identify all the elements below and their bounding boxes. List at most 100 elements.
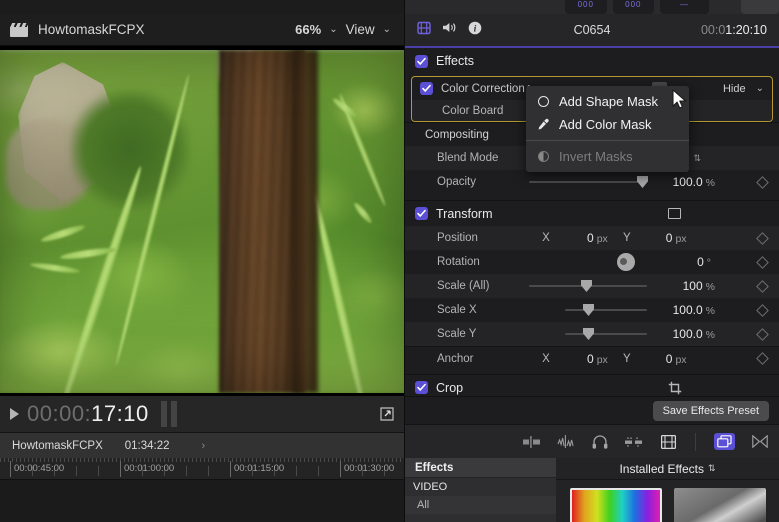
- chevron-down-icon[interactable]: ⌄: [756, 83, 764, 94]
- scale-all-slider[interactable]: [529, 280, 647, 292]
- anchor-y-axis: Y: [622, 352, 631, 365]
- chevron-down-icon[interactable]: ⌄: [379, 24, 395, 35]
- crop-onscreen-icon[interactable]: [668, 381, 682, 395]
- clip-appearance-icon[interactable]: [523, 434, 541, 450]
- keyframe-diamond-icon[interactable]: [756, 255, 769, 269]
- playhead-timecode-prefix: 00:00:: [27, 401, 92, 426]
- color-correction-checkbox[interactable]: [420, 82, 433, 95]
- keyframe-diamond-icon[interactable]: [756, 279, 769, 293]
- opacity-slider[interactable]: [529, 176, 648, 188]
- menu-divider: [526, 140, 689, 141]
- scale-all-value[interactable]: 100: [683, 279, 703, 293]
- timeline-area[interactable]: 00:00:45:00 00:01:00:00 00:01:15:00 00:0…: [0, 458, 405, 522]
- crop-section-header[interactable]: Crop: [405, 374, 779, 396]
- transitions-browser-icon[interactable]: [751, 434, 769, 450]
- opacity-row[interactable]: Opacity 100.0 %: [405, 170, 779, 194]
- eyedropper-icon: [536, 118, 551, 131]
- play-icon[interactable]: [10, 408, 19, 420]
- playhead-timecode[interactable]: 17:10: [91, 401, 149, 427]
- rotation-unit: °: [706, 257, 711, 269]
- scrubber-handle[interactable]: [160, 401, 177, 427]
- blend-mode-label: Blend Mode: [437, 152, 499, 164]
- keyframe-diamond-icon[interactable]: [756, 352, 769, 365]
- save-effects-preset-button[interactable]: Save Effects Preset: [652, 400, 769, 421]
- audio-meters-icon[interactable]: [625, 434, 643, 450]
- mask-context-menu[interactable]: Add Shape Mask Add Color Mask Invert Mas…: [526, 86, 689, 172]
- up-down-chevron-icon[interactable]: ⇅: [708, 463, 716, 474]
- anchor-row[interactable]: Anchor X 0 px Y 0 px: [405, 346, 779, 370]
- position-row[interactable]: Position X 0 px Y 0 px: [405, 226, 779, 250]
- audio-meter-button[interactable]: —: [660, 0, 710, 14]
- keyframe-diamond-icon[interactable]: [756, 231, 769, 245]
- project-name-label[interactable]: HowtomaskFCPX: [12, 440, 103, 452]
- scale-x-slider[interactable]: [565, 304, 647, 316]
- effects-checkbox[interactable]: [415, 54, 428, 68]
- installed-effects-header[interactable]: Installed Effects ⇅: [556, 458, 779, 480]
- scale-y-row[interactable]: Scale Y 100.0 %: [405, 322, 779, 346]
- timeline-index-icon[interactable]: [659, 434, 677, 450]
- up-down-chevron-icon[interactable]: ⇅: [693, 153, 701, 164]
- effects-browser-sidebar[interactable]: Effects VIDEO All: [405, 458, 556, 522]
- scale-y-slider[interactable]: [565, 328, 647, 340]
- viewer-display-button[interactable]: [741, 0, 779, 14]
- effects-browser-sidebar-title: Effects: [405, 458, 556, 478]
- audio-waveform-icon[interactable]: [557, 434, 575, 450]
- scale-x-row[interactable]: Scale X 100.0 %: [405, 298, 779, 322]
- anchor-y-value[interactable]: 0: [666, 352, 673, 366]
- view-menu-label[interactable]: View: [346, 22, 375, 37]
- scale-x-value[interactable]: 100.0: [673, 303, 703, 317]
- position-x-value[interactable]: 0: [587, 231, 594, 245]
- rotation-row[interactable]: Rotation 0 °: [405, 250, 779, 274]
- add-color-mask-label: Add Color Mask: [559, 117, 652, 132]
- effect-thumb-grayscale[interactable]: [674, 488, 766, 522]
- scale-y-value[interactable]: 100.0: [673, 327, 703, 341]
- chevron-down-icon[interactable]: ⌄: [325, 24, 341, 35]
- chevron-right-icon[interactable]: ›: [202, 440, 206, 452]
- inspector-timecode-prefix: 00:0: [700, 23, 726, 37]
- viewer-canvas[interactable]: [0, 46, 405, 396]
- scale-all-row[interactable]: Scale (All) 100 %: [405, 274, 779, 298]
- clapperboard-icon: [10, 22, 28, 37]
- add-color-mask-menu-item[interactable]: Add Color Mask: [526, 113, 689, 136]
- ruler-tick-dots: [0, 458, 405, 462]
- rotation-label: Rotation: [437, 256, 480, 268]
- effects-browser-icon[interactable]: [714, 433, 735, 450]
- scale-x-unit: %: [705, 305, 715, 317]
- transform-onscreen-icon[interactable]: [668, 208, 681, 219]
- fcpx-window: 000 000 — HowtomaskFCPX 66% ⌄ View ⌄ 00:…: [0, 0, 779, 522]
- ruler-timecode-label: 00:01:15:00: [234, 463, 285, 474]
- film-clip-icon[interactable]: [417, 21, 431, 40]
- expand-icon[interactable]: [379, 406, 395, 422]
- timeline-ruler[interactable]: 00:00:45:00 00:01:00:00 00:01:15:00 00:0…: [0, 458, 405, 480]
- effects-section-header[interactable]: Effects: [405, 48, 779, 74]
- effects-section-label: Effects: [436, 54, 474, 68]
- effect-thumb-rainbow[interactable]: [570, 488, 662, 522]
- anchor-x-axis: X: [542, 352, 550, 365]
- hide-button[interactable]: Hide: [723, 83, 746, 95]
- preset-bar: Save Effects Preset: [405, 396, 779, 424]
- speaker-icon[interactable]: [442, 21, 457, 39]
- keyframe-diamond-icon[interactable]: [756, 175, 769, 189]
- effects-category-video[interactable]: VIDEO: [405, 478, 556, 496]
- transform-section-header[interactable]: Transform: [405, 200, 779, 226]
- position-y-value[interactable]: 0: [666, 231, 673, 245]
- info-icon[interactable]: i: [468, 21, 482, 40]
- anchor-x-unit: px: [596, 353, 608, 366]
- rotation-value[interactable]: 0: [697, 255, 704, 269]
- add-shape-mask-menu-item[interactable]: Add Shape Mask: [526, 90, 689, 113]
- timecode-button-2[interactable]: 000: [612, 0, 655, 14]
- effects-category-all[interactable]: All: [405, 496, 556, 514]
- opacity-label: Opacity: [437, 176, 476, 188]
- keyframe-diamond-icon[interactable]: [756, 303, 769, 317]
- rotation-dial[interactable]: [617, 253, 635, 271]
- headphones-solo-icon[interactable]: [591, 434, 609, 450]
- effects-thumbnail-grid[interactable]: [556, 480, 779, 522]
- crop-checkbox[interactable]: [415, 381, 428, 394]
- effects-browser-main[interactable]: Installed Effects ⇅: [556, 458, 779, 522]
- keyframe-diamond-icon[interactable]: [756, 327, 769, 341]
- viewer-zoom-value[interactable]: 66%: [295, 22, 321, 37]
- timecode-button-1[interactable]: 000: [565, 0, 607, 14]
- opacity-value[interactable]: 100.0: [673, 175, 703, 189]
- transform-checkbox[interactable]: [415, 207, 428, 220]
- anchor-x-value[interactable]: 0: [587, 352, 594, 366]
